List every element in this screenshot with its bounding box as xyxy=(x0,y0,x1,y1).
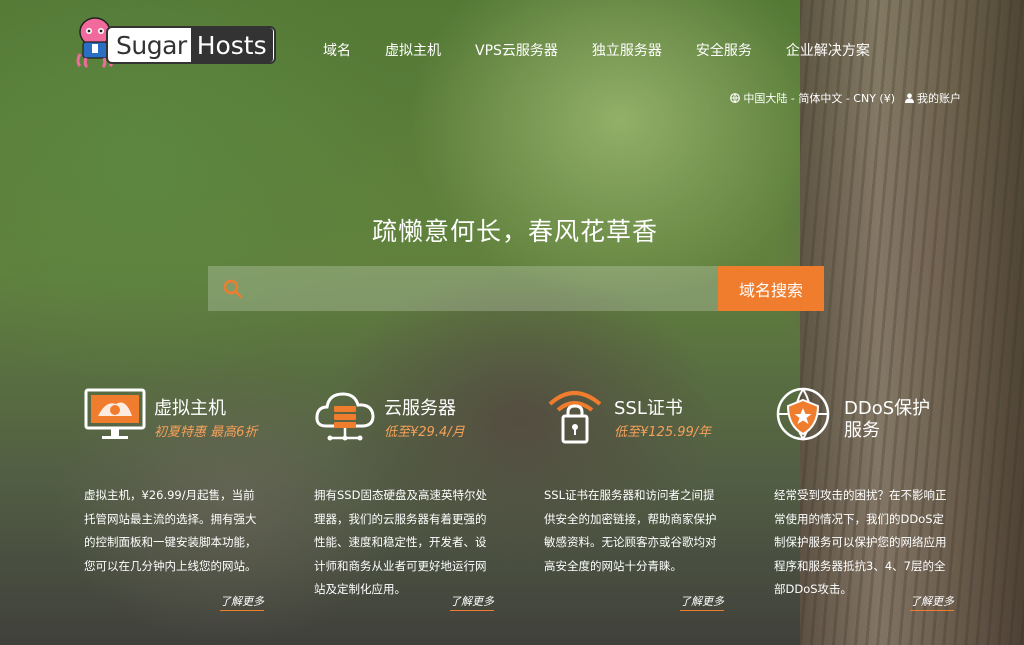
account-label: 我的账户 xyxy=(917,92,961,105)
learn-more-link[interactable]: 了解更多 xyxy=(220,593,264,611)
feature-promo: 初夏特惠 最高6折 xyxy=(154,425,258,440)
logo-text-sugar: Sugar xyxy=(116,30,187,60)
globe-icon xyxy=(730,93,741,103)
user-icon xyxy=(905,93,914,103)
learn-more-link[interactable]: 了解更多 xyxy=(450,593,494,611)
learn-more-link[interactable]: 了解更多 xyxy=(680,593,724,611)
feature-title: DDoS保护服务 xyxy=(844,398,931,441)
nav-item-virtual-host[interactable]: 虚拟主机 xyxy=(385,40,441,60)
shield-globe-icon xyxy=(776,387,830,441)
search-icon-wrap xyxy=(208,266,258,311)
feature-title: SSL证书 xyxy=(614,398,683,419)
feature-promo: 低至¥125.99/年 xyxy=(614,425,712,440)
main-nav: 域名 虚拟主机 VPS云服务器 独立服务器 安全服务 企业解决方案 xyxy=(323,40,870,60)
feature-description: 拥有SSD固态硬盘及高速英特尔处理器，我们的云服务器有着更强的性能、速度和稳定性… xyxy=(314,488,487,596)
utility-bar: 中国大陆 - 简体中文 - CNY (¥) 我的账户 xyxy=(730,90,961,106)
domain-search-input[interactable] xyxy=(258,266,718,311)
feature-promo: 低至¥29.4/月 xyxy=(384,425,465,440)
hero-slogan: 疏懒意何长，春风花草香 xyxy=(371,217,658,246)
nav-item-dedicated-server[interactable]: 独立服务器 xyxy=(592,40,662,60)
feature-description: 虚拟主机，¥26.99/月起售，当前托管网站最主流的选择。拥有强大的控制面板和一… xyxy=(84,488,257,573)
domain-search-button[interactable]: 域名搜索 xyxy=(718,266,824,311)
monitor-icon xyxy=(84,388,146,439)
ssl-lock-icon xyxy=(548,391,602,444)
nav-item-enterprise[interactable]: 企业解决方案 xyxy=(786,40,870,60)
nav-item-domain[interactable]: 域名 xyxy=(323,40,351,60)
cloud-server-icon xyxy=(315,392,375,441)
domain-search-bar: 域名搜索 xyxy=(208,266,824,311)
region-language-selector[interactable]: 中国大陆 - 简体中文 - CNY (¥) xyxy=(730,90,895,106)
sugarhosts-logo[interactable]: Sugar Hosts xyxy=(74,14,280,68)
logo-text-hosts: Hosts xyxy=(190,28,273,62)
feature-description: SSL证书在服务器和访问者之间提供安全的加密链接，帮助商家保护敏感资料。无论顾客… xyxy=(544,488,717,573)
learn-more-link[interactable]: 了解更多 xyxy=(910,593,954,611)
nav-item-security[interactable]: 安全服务 xyxy=(696,40,752,60)
feature-description: 经常受到攻击的困扰？在不影响正常使用的情况下，我们的DDoS定制保护服务可以保护… xyxy=(774,488,947,596)
my-account-link[interactable]: 我的账户 xyxy=(905,90,961,106)
feature-title: 云服务器 xyxy=(384,398,456,419)
nav-item-vps[interactable]: VPS云服务器 xyxy=(475,40,558,60)
feature-title: 虚拟主机 xyxy=(154,398,226,419)
region-label: 中国大陆 - 简体中文 - CNY (¥) xyxy=(743,92,895,105)
logo-wordmark: Sugar Hosts xyxy=(106,26,276,64)
search-icon xyxy=(223,279,243,298)
